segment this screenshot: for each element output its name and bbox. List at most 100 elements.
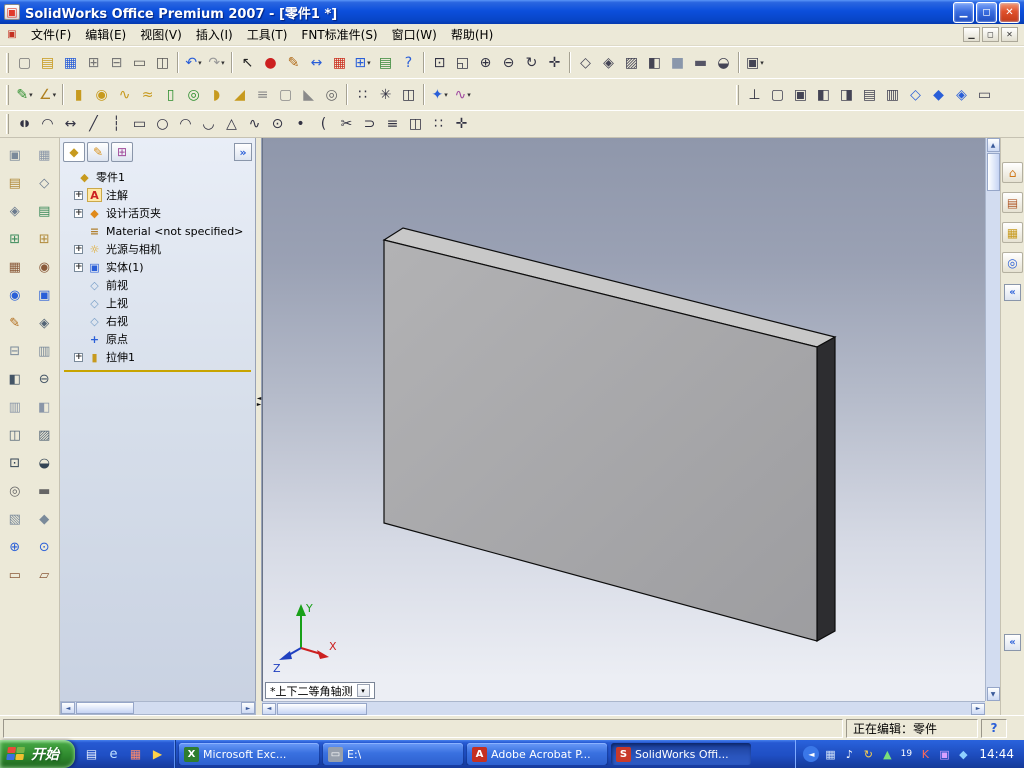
make-drawing-from-part-button[interactable]: ⊞ — [82, 51, 105, 74]
scrollbar-thumb[interactable] — [277, 702, 367, 715]
scroll-right-button[interactable]: ► — [241, 702, 255, 714]
dropdown-arrow-icon[interactable]: ▾ — [198, 59, 202, 67]
docked-tool-button-27[interactable]: ▨ — [32, 423, 56, 447]
docked-tool-button-30[interactable]: ◆ — [32, 507, 56, 531]
scroll-right-button[interactable]: ► — [971, 702, 985, 715]
polygon-button[interactable]: △ — [220, 113, 243, 136]
curves-button[interactable]: ∿ ▾ — [451, 83, 474, 106]
convert-entities-button[interactable]: ⊃ — [358, 113, 381, 136]
menu-item-1[interactable]: 文件(F) — [24, 23, 78, 46]
tree-item-1[interactable]: + A 注解 — [72, 186, 253, 204]
hidden-lines-removed-button[interactable]: ▨ — [620, 51, 643, 74]
tree-item-3[interactable]: ≡ Material <not specified> — [72, 222, 253, 240]
pan-button[interactable]: ✛ — [543, 51, 566, 74]
expand-toggle-icon[interactable]: + — [74, 208, 83, 218]
tangent-arc-button[interactable]: ◡ — [197, 113, 220, 136]
move-entities-button[interactable]: ✛ — [450, 113, 473, 136]
view-orientation-dropdown[interactable]: ▾ — [356, 684, 370, 697]
media-player-icon[interactable]: ▶ — [148, 745, 167, 764]
mdi-minimize-button[interactable]: ▁ — [963, 27, 980, 42]
circular-pattern-button[interactable]: ✳ — [374, 83, 397, 106]
scroll-left-button[interactable]: ◄ — [262, 702, 276, 715]
mirror-entities-button[interactable]: ◫ — [404, 113, 427, 136]
docked-tool-button-24[interactable]: ▥ — [32, 339, 56, 363]
docked-tool-button-14[interactable]: ▧ — [3, 507, 27, 531]
normal-to-view-button[interactable]: ⊥ — [743, 83, 766, 106]
menu-item-2[interactable]: 编辑(E) — [78, 23, 133, 46]
smart-dimension-button[interactable]: ↔ — [59, 113, 82, 136]
task-e-drive[interactable]: ▭ E:\ — [323, 743, 463, 765]
tree-item-5[interactable]: + ▣ 实体(1) — [72, 258, 253, 276]
docked-tool-button-2[interactable]: ▤ — [3, 171, 27, 195]
tray-date-icon[interactable]: 19 — [898, 746, 914, 762]
graphics-viewport[interactable]: Y X Z *上下二等角轴测 ▾ — [262, 138, 985, 701]
menu-item-7[interactable]: 窗口(W) — [385, 23, 444, 46]
task-pane-collapse-button[interactable]: « — [1004, 284, 1021, 301]
scroll-up-button[interactable]: ▲ — [986, 138, 1000, 152]
shell-button[interactable]: ▢ — [274, 83, 297, 106]
view-orientation-button[interactable]: ▣ ▾ — [743, 51, 767, 74]
docked-tool-button-17[interactable]: ▦ — [32, 143, 56, 167]
docked-tool-button-26[interactable]: ◧ — [32, 395, 56, 419]
docked-tool-button-5[interactable]: ▦ — [3, 255, 27, 279]
docked-tool-button-31[interactable]: ⊙ — [32, 535, 56, 559]
expand-toggle-icon[interactable]: + — [74, 244, 83, 254]
scroll-down-button[interactable]: ▼ — [986, 687, 1000, 701]
panel-collapse-button[interactable]: » — [234, 143, 252, 161]
hidden-lines-visible-button[interactable]: ◈ — [597, 51, 620, 74]
featuremanager-tab[interactable]: ◆ — [63, 142, 85, 162]
tray-messenger-icon[interactable]: ◆ — [955, 746, 971, 762]
docked-tool-button-20[interactable]: ⊞ — [32, 227, 56, 251]
arc-slot-button[interactable]: ◠ — [36, 113, 59, 136]
tree-item-4[interactable]: + ☼ 光源与相机 — [72, 240, 253, 258]
tree-item-2[interactable]: + ◆ 设计活页夹 — [72, 204, 253, 222]
toolbar-grip[interactable] — [6, 84, 9, 105]
menu-item-6[interactable]: FNT标准件(S) — [294, 23, 384, 46]
chamfer-button[interactable]: ◢ — [228, 83, 251, 106]
docked-tool-button-3[interactable]: ◈ — [3, 199, 27, 223]
spline-button[interactable]: ∿ — [243, 113, 266, 136]
docked-tool-button-1[interactable]: ▣ — [3, 143, 27, 167]
docked-tool-button-15[interactable]: ⊕ — [3, 535, 27, 559]
docked-tool-button-16[interactable]: ▭ — [3, 563, 27, 587]
toolbar-grip[interactable] — [6, 114, 9, 134]
scroll-left-button[interactable]: ◄ — [61, 702, 75, 714]
open-document-button[interactable]: ▤ — [36, 51, 59, 74]
part-side-face[interactable] — [816, 335, 836, 643]
tray-app-icon[interactable]: ▣ — [936, 746, 952, 762]
expand-toggle-icon[interactable]: + — [74, 262, 83, 272]
docked-tool-button-23[interactable]: ◈ — [32, 311, 56, 335]
propertymanager-tab[interactable]: ✎ — [87, 142, 109, 162]
dimetric-view-button[interactable]: ◈ — [950, 83, 973, 106]
document-icon[interactable]: ▣ — [4, 28, 20, 42]
search-tab[interactable]: ◎ — [1002, 252, 1023, 273]
clock[interactable]: 14:44 — [979, 747, 1014, 761]
viewport-vertical-scrollbar[interactable]: ▲ ▼ — [985, 138, 1000, 701]
status-help-icon[interactable]: ? — [981, 718, 1007, 738]
rotate-view-button[interactable]: ↻ — [520, 51, 543, 74]
make-assembly-from-part-button[interactable]: ⊟ — [105, 51, 128, 74]
tray-input-method-icon[interactable]: K — [917, 746, 933, 762]
part-front-face[interactable] — [383, 239, 818, 642]
print-preview-button[interactable]: ◫ — [151, 51, 174, 74]
straight-slot-button[interactable]: ◖◗ — [13, 113, 36, 136]
mdi-restore-button[interactable]: ◻ — [982, 27, 999, 42]
docked-tool-button-22[interactable]: ▣ — [32, 283, 56, 307]
extruded-cut-button[interactable]: ▯ — [159, 83, 182, 106]
trim-entities-button[interactable]: ✂ — [335, 113, 358, 136]
toolbar-grip[interactable] — [6, 52, 9, 73]
menu-item-5[interactable]: 工具(T) — [240, 23, 295, 46]
reference-geometry-button[interactable]: ✦ ▾ — [428, 83, 451, 106]
expand-toggle-icon[interactable]: + — [74, 352, 83, 362]
new-document-button[interactable]: ▢ — [13, 51, 36, 74]
smart-dimension-flyout-button[interactable]: ∠ ▾ — [36, 83, 59, 106]
undo-button[interactable]: ↶ ▾ — [182, 51, 205, 74]
bottom-view-button[interactable]: ▥ — [881, 83, 904, 106]
tree-item-7[interactable]: ◇ 上视 — [72, 294, 253, 312]
file-explorer-tab[interactable]: ▦ — [1002, 222, 1023, 243]
quick-launch-app-icon[interactable]: ▦ — [126, 745, 145, 764]
app-icon[interactable]: ▣ — [4, 4, 20, 20]
revolved-cut-button[interactable]: ◎ — [182, 83, 205, 106]
section-view-button[interactable]: ◒ — [712, 51, 735, 74]
tray-network-icon[interactable]: ▦ — [822, 746, 838, 762]
